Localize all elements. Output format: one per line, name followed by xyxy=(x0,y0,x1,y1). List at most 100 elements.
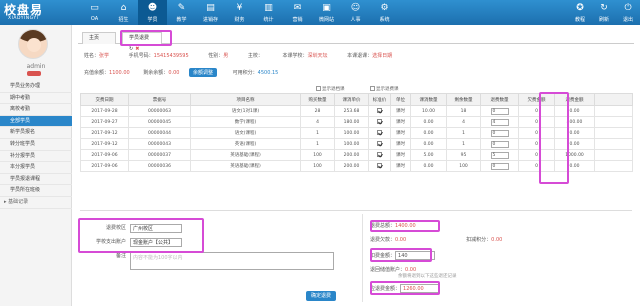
nav-website[interactable]: ▣ 微网站 xyxy=(312,0,341,25)
sidebar-menu: 学员业务办理 期中考勤 离校考勤 全部学员 新学员报名 转分班学员 补分报学员 … xyxy=(0,81,72,209)
table-cell: 00000036 xyxy=(128,160,191,172)
tab-refund[interactable]: 学员退费 ↻ ✖ xyxy=(122,32,162,52)
sidebar-item[interactable]: 学员所在班级 xyxy=(0,185,72,197)
table-cell: 0 xyxy=(518,138,555,150)
filter-label: 显示退档课 xyxy=(322,87,345,92)
table-cell: 英语基础(课程) xyxy=(190,149,301,161)
actual-refund-value[interactable]: 1260.00 xyxy=(400,284,441,293)
refund-qty-cell[interactable]: 0 xyxy=(480,160,519,172)
header-refund-amount: 退费金额 xyxy=(554,93,595,106)
checkbox[interactable] xyxy=(377,141,382,146)
points-label: 可用积分： xyxy=(232,70,258,76)
refund-qty-input[interactable]: 5 xyxy=(490,151,509,159)
debt-row: 退费欠款：0.00 扣减积分：0.00 xyxy=(370,236,502,246)
table-cell: 00000037 xyxy=(128,149,191,161)
refund-qty-cell[interactable]: 0 xyxy=(480,127,519,139)
tutorial-button[interactable]: ✪ 教程 xyxy=(568,0,592,25)
table-cell: 4 xyxy=(300,116,335,128)
table-cell: 0 xyxy=(518,116,555,128)
table-cell: 253.68 xyxy=(334,105,369,117)
sidebar-item[interactable]: 补分报学员 xyxy=(0,151,72,163)
computer-icon: ▭ xyxy=(90,3,99,13)
table-cell: 0 xyxy=(518,160,555,172)
table-cell: 0.00 xyxy=(554,127,595,139)
standard-checkbox-cell xyxy=(368,105,391,117)
sidebar-item[interactable]: 期中考勤 xyxy=(0,93,72,105)
stats-icon: ▥ xyxy=(264,3,273,13)
fee-input[interactable]: 140 xyxy=(395,251,436,260)
logout-button[interactable]: ⏻ 退出 xyxy=(616,0,640,25)
refresh-button[interactable]: ↻ 刷新 xyxy=(592,0,616,25)
checkbox[interactable] xyxy=(377,163,382,168)
table-cell: 400.00 xyxy=(554,116,595,128)
account-select[interactable]: 现金账户【公共】 xyxy=(130,238,182,247)
sidebar-item[interactable]: 转分班学员 xyxy=(0,139,72,151)
adjust-balance-button[interactable]: 余额调整 xyxy=(189,68,218,77)
table-cell: 1000.00 xyxy=(554,149,595,161)
refund-qty-cell[interactable]: 4 xyxy=(480,116,519,128)
filter-refund-archive[interactable]: 显示退档课 xyxy=(316,86,345,92)
checkbox[interactable] xyxy=(377,108,382,113)
checkbox[interactable] xyxy=(377,152,382,157)
avatar-face xyxy=(27,38,41,52)
refund-qty-input[interactable]: 0 xyxy=(490,129,509,137)
table-cell: 0.00 xyxy=(554,138,595,150)
nav-marketing[interactable]: ✉ 营销 xyxy=(283,0,312,25)
filter-label: 显示退费课 xyxy=(376,87,399,92)
table-cell xyxy=(594,149,633,161)
table-cell: 00000063 xyxy=(128,105,191,117)
nav-stats[interactable]: ▥ 统计 xyxy=(254,0,283,25)
stored-account-value: 0.00 xyxy=(405,267,417,273)
standard-checkbox-cell xyxy=(368,127,391,139)
nav-hr[interactable]: ☺ 人事 xyxy=(341,0,370,25)
table-cell: 0 xyxy=(518,149,555,161)
sidebar-item[interactable]: 新学员报名 xyxy=(0,127,72,139)
refund-qty-cell[interactable]: 0 xyxy=(480,105,519,117)
refund-qty-cell[interactable]: 5 xyxy=(480,149,519,161)
table-cell: 4 xyxy=(446,116,481,128)
checkbox[interactable] xyxy=(377,130,382,135)
nav-student[interactable]: ☻ 学员 xyxy=(138,0,167,25)
checkbox[interactable] xyxy=(316,86,321,91)
refund-qty-input[interactable]: 0 xyxy=(490,162,509,170)
debt-value: 0.00 xyxy=(395,237,407,243)
sidebar-item[interactable]: 学员报退课程 xyxy=(0,174,72,186)
app-logo-subtitle: XIADYINGYI xyxy=(8,16,39,21)
sidebar-group-basic[interactable]: ▸ 基础记录 xyxy=(0,197,72,209)
avatar[interactable] xyxy=(18,29,48,59)
points-value: 4500.15 xyxy=(257,70,279,76)
tab-home[interactable]: 主页 xyxy=(82,32,116,44)
checkbox[interactable] xyxy=(377,119,382,124)
sidebar-item-active[interactable]: 全部学员 xyxy=(0,115,72,128)
info-row-1: 姓名：张学 手机号码：15415439595 性别：男 主校： 本课学校：深圳天… xyxy=(84,52,392,59)
nav-inventory[interactable]: ▤ 进销存 xyxy=(196,0,225,25)
table-cell: 1 xyxy=(300,138,335,150)
nav-oa[interactable]: ▭ OA xyxy=(80,0,109,25)
table-cell: 100.00 xyxy=(334,138,369,150)
checkbox[interactable] xyxy=(370,86,375,91)
nav-recruit[interactable]: ⌂ 招生 xyxy=(109,0,138,25)
enroll-school: 深圳天坛 xyxy=(307,53,328,59)
filter-refund-fee[interactable]: 显示退费课 xyxy=(370,86,399,92)
stored-account-note: 余额将退到以下这些退还记录 xyxy=(398,274,457,279)
standard-checkbox-cell xyxy=(368,116,391,128)
refresh-icon: ↻ xyxy=(600,3,608,13)
sidebar-item[interactable]: 学员业务办理 xyxy=(0,81,72,93)
refund-qty-input[interactable]: 4 xyxy=(490,118,509,126)
sidebar-item[interactable]: 本分报学员 xyxy=(0,162,72,174)
refund-total-label: 退费总额： xyxy=(370,223,396,229)
sidebar-item[interactable]: 离校考勤 xyxy=(0,104,72,116)
refund-qty-input[interactable]: 0 xyxy=(490,140,509,148)
name-label: 姓名： xyxy=(84,53,100,59)
school-label: 主校： xyxy=(247,53,263,59)
nav-system[interactable]: ⚙ 系统 xyxy=(370,0,399,25)
refund-qty-cell[interactable]: 0 xyxy=(480,138,519,150)
confirm-refund-button[interactable]: 确定退费 xyxy=(306,291,336,301)
refund-qty-input[interactable]: 0 xyxy=(490,107,509,115)
table-cell: 100.00 xyxy=(334,127,369,139)
campus-select[interactable]: 广州校区 xyxy=(130,224,182,233)
table-cell: 28 xyxy=(300,105,335,117)
nav-teach[interactable]: ✎ 教学 xyxy=(167,0,196,25)
nav-finance[interactable]: ¥ 财务 xyxy=(225,0,254,25)
remark-textarea[interactable]: 内容不能为100字以内 xyxy=(130,252,334,270)
